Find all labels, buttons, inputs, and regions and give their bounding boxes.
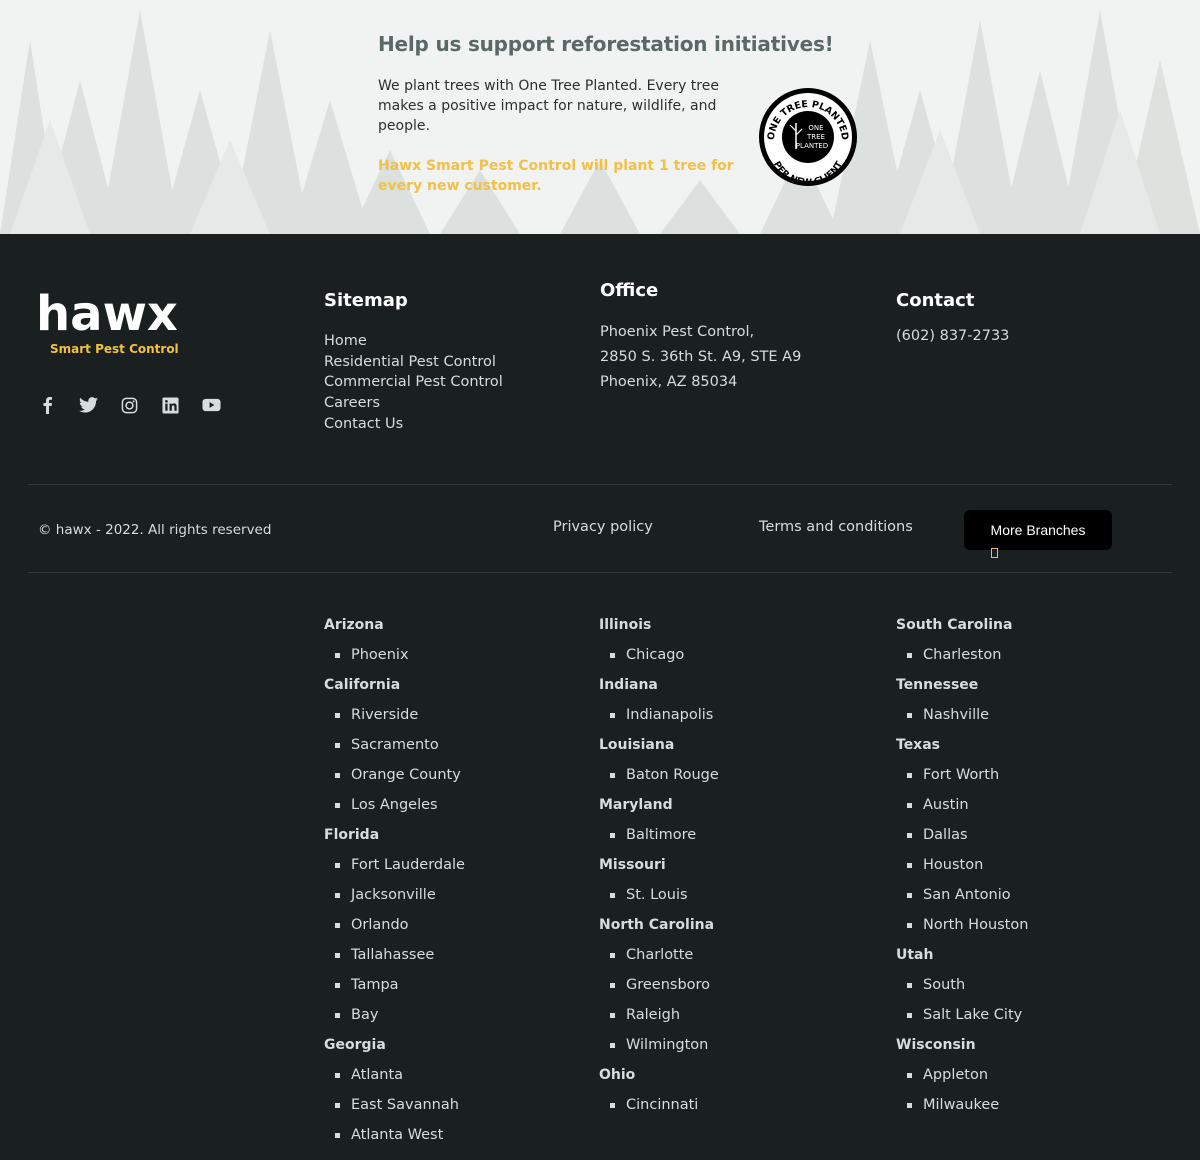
one-tree-planted-badge: ONE TREE PLANTED PER NEW CLIENT ONE TREE… — [759, 88, 857, 187]
branch-city[interactable]: Riverside — [324, 705, 564, 735]
branch-city[interactable]: St. Louis — [599, 885, 839, 915]
branch-city[interactable]: Nashville — [896, 705, 1136, 735]
badge-center-line-3: PLANTED — [796, 142, 828, 150]
social-links — [36, 394, 222, 416]
sitemap-link-residential[interactable]: Residential Pest Control — [324, 352, 503, 373]
divider — [28, 572, 1172, 573]
branch-city[interactable]: Baltimore — [599, 825, 839, 855]
branch-state[interactable]: Missouri — [599, 855, 839, 885]
branch-city[interactable]: Tallahassee — [324, 945, 564, 975]
branch-city[interactable]: Appleton — [896, 1065, 1136, 1095]
badge-center-line-2: TREE — [806, 133, 825, 141]
privacy-policy-link[interactable]: Privacy policy — [553, 519, 653, 535]
branches-column-2: Illinois Chicago Indiana Indianapolis Louisi… — [599, 615, 839, 1125]
branch-city[interactable]: Atlanta West — [324, 1125, 564, 1155]
branch-state[interactable]: Wisconsin — [896, 1035, 1136, 1065]
branch-state[interactable]: Illinois — [599, 615, 839, 645]
linkedin-icon[interactable] — [159, 394, 181, 416]
contact-title: Contact — [896, 290, 975, 311]
sitemap-link-contact[interactable]: Contact Us — [324, 414, 503, 435]
branch-state[interactable]: North Carolina — [599, 915, 839, 945]
branch-city[interactable]: Atlanta — [324, 1065, 564, 1095]
branch-city[interactable]: Houston — [896, 855, 1136, 885]
branch-city[interactable]: Fort Worth — [896, 765, 1136, 795]
chevron-down-icon — [991, 548, 998, 558]
branch-city[interactable]: Jacksonville — [324, 885, 564, 915]
branch-city[interactable]: Sacramento — [324, 735, 564, 765]
sitemap-link-home[interactable]: Home — [324, 331, 503, 352]
branch-city[interactable]: Orange County — [324, 765, 564, 795]
branch-state[interactable]: Tennessee — [896, 675, 1136, 705]
banner-title: Help us support reforestation initiative… — [378, 32, 834, 56]
divider — [28, 484, 1172, 485]
sitemap-links: Home Residential Pest Control Commercial… — [324, 331, 503, 435]
office-address-line: 2850 S. 36th St. A9, STE A9 — [600, 349, 802, 365]
branch-city[interactable]: Dallas — [896, 825, 1136, 855]
banner-highlight: Hawx Smart Pest Control will plant 1 tre… — [378, 158, 734, 194]
branch-city[interactable]: San Antonio — [896, 885, 1136, 915]
branch-state[interactable]: South Carolina — [896, 615, 1136, 645]
branch-city[interactable]: Baton Rouge — [599, 765, 839, 795]
branch-state[interactable]: Florida — [324, 825, 564, 855]
office-address-line: Phoenix Pest Control, — [600, 324, 755, 340]
branch-city[interactable]: Fort Lauderdale — [324, 855, 564, 885]
contact-phone[interactable]: (602) 837-2733 — [896, 324, 1009, 349]
office-address: Phoenix Pest Control, 2850 S. 36th St. A… — [600, 320, 801, 395]
branch-state[interactable]: California — [324, 675, 564, 705]
facebook-icon[interactable] — [36, 394, 58, 416]
branch-city[interactable]: Austin — [896, 795, 1136, 825]
office-address-line: Phoenix, AZ 85034 — [600, 374, 738, 390]
branch-state[interactable]: Ohio — [599, 1065, 839, 1095]
branch-city[interactable]: Milwaukee — [896, 1095, 1136, 1125]
branches-column-3: South Carolina Charleston Tennessee Nashvil… — [896, 615, 1136, 1125]
logo-tagline: Smart Pest Control — [50, 342, 179, 356]
branch-city[interactable]: Greensboro — [599, 975, 839, 1005]
terms-link[interactable]: Terms and conditions — [759, 519, 913, 535]
reforestation-banner: Help us support reforestation initiative… — [0, 0, 1200, 234]
sitemap-link-commercial[interactable]: Commercial Pest Control — [324, 372, 503, 393]
branch-city[interactable]: Orlando — [324, 915, 564, 945]
branch-city[interactable]: Bay — [324, 1005, 564, 1035]
branch-state[interactable]: Texas — [896, 735, 1136, 765]
badge-center-line-1: ONE — [808, 124, 823, 132]
branch-city[interactable]: Salt Lake City — [896, 1005, 1136, 1035]
twitter-icon[interactable] — [77, 394, 99, 416]
banner-description: We plant trees with One Tree Planted. Ev… — [378, 78, 719, 134]
branch-city[interactable]: Charleston — [896, 645, 1136, 675]
branches-column-1: Arizona Phoenix California Riverside Sacrame… — [324, 615, 564, 1155]
branch-city[interactable]: Cincinnati — [599, 1095, 839, 1125]
branch-city[interactable]: North Houston — [896, 915, 1136, 945]
office-title: Office — [600, 280, 659, 301]
more-branches-button[interactable]: More Branches — [964, 510, 1112, 550]
sitemap-link-careers[interactable]: Careers — [324, 393, 503, 414]
branch-city[interactable]: Phoenix — [324, 645, 564, 675]
branch-state[interactable]: Georgia — [324, 1035, 564, 1065]
site-footer: hawx Smart Pest Control Sitemap Home Res… — [0, 234, 1200, 1160]
branch-city[interactable]: Charlotte — [599, 945, 839, 975]
instagram-icon[interactable] — [118, 394, 140, 416]
branch-city[interactable]: Raleigh — [599, 1005, 839, 1035]
sitemap-title: Sitemap — [324, 290, 408, 311]
branch-city[interactable]: Indianapolis — [599, 705, 839, 735]
branch-state[interactable]: Louisiana — [599, 735, 839, 765]
branch-state[interactable]: Maryland — [599, 795, 839, 825]
branch-state[interactable]: Indiana — [599, 675, 839, 705]
youtube-icon[interactable] — [200, 394, 222, 416]
brand-logo[interactable]: hawx Smart Pest Control — [36, 288, 181, 356]
branch-city[interactable]: Tampa — [324, 975, 564, 1005]
branch-city[interactable]: East Savannah — [324, 1095, 564, 1125]
branch-state[interactable]: Arizona — [324, 615, 564, 645]
logo-wordmark: hawx — [36, 286, 178, 342]
branch-city[interactable]: Wilmington — [599, 1035, 839, 1065]
branch-city[interactable]: Los Angeles — [324, 795, 564, 825]
branch-city[interactable]: South — [896, 975, 1136, 1005]
branch-state[interactable]: Utah — [896, 945, 1136, 975]
branch-city[interactable]: Chicago — [599, 645, 839, 675]
copyright-text: © hawx - 2022. All rights reserved — [38, 522, 272, 538]
